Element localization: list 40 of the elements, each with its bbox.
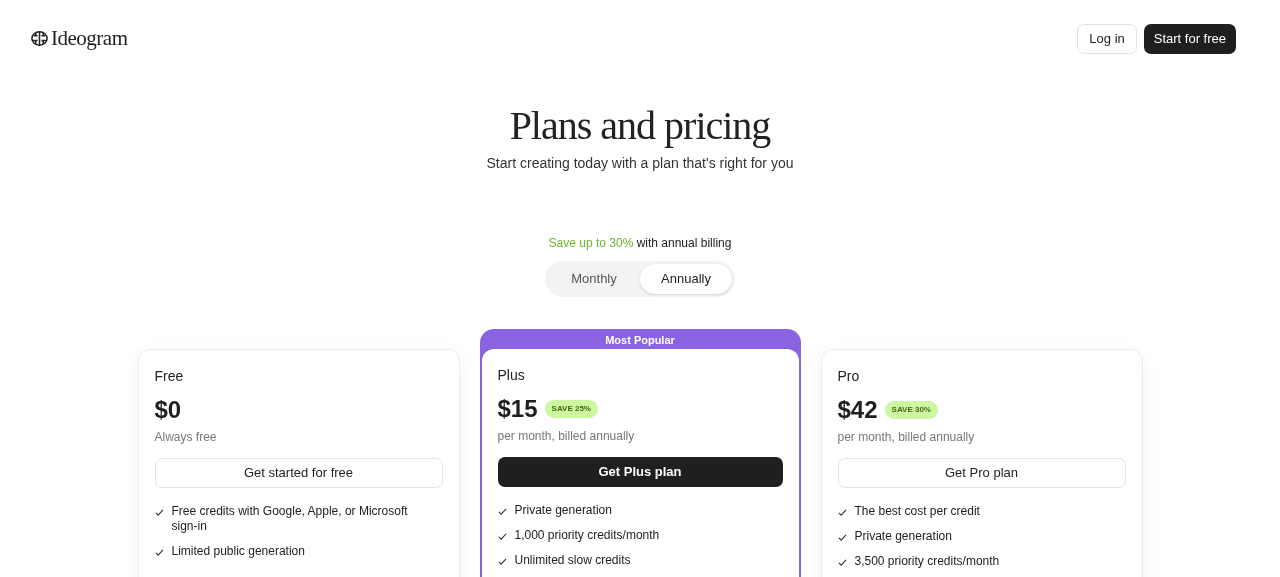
savings-note: Save up to 30% with annual billing [548,235,732,252]
savings-badge: SAVE 30% [884,401,938,419]
billing-tab[interactable]: Annually [640,264,732,294]
check-icon [497,507,507,516]
plan-name: Plus [497,366,526,384]
check-icon [154,548,164,557]
feature-text: 3,500 priority credits/month [854,554,1001,569]
check-icon [154,508,164,517]
check-icon [497,557,507,566]
feature-text: Private generation [514,503,613,518]
plan-button[interactable]: Get started for free [154,458,443,488]
price-period: Always free [154,429,218,446]
savings-badge: SAVE 25% [544,400,598,418]
logo-text: Ideogram [51,24,128,52]
plan-price: $42 [837,395,878,425]
subtitle: Start creating today with a plan that's right for you [486,154,794,173]
plan-name: Pro [837,367,861,385]
signup-button[interactable]: Start for free [1143,23,1236,54]
plan-price: $15 [497,394,538,424]
login-button[interactable]: Log in [1077,23,1137,54]
plan-name: Free [154,367,185,385]
feature-text: Limited public generation [171,544,306,559]
feature-text: Unlimited slow credits [514,553,632,568]
billing-tab[interactable]: Monthly [548,264,640,294]
brain-icon [30,29,49,48]
check-icon [497,532,507,541]
feature-text: Free credits with Google, Apple, or Microsoft sign-in [171,504,409,534]
feature-text: The best cost per credit [854,504,981,519]
price-period: per month, billed annually [837,429,976,446]
plan-button[interactable]: Get Pro plan [837,458,1126,488]
check-icon [837,558,847,567]
feature-text: Private generation [854,529,953,544]
price-period: per month, billed annually [497,428,636,445]
page-title: Plans and pricing [509,102,771,150]
check-icon [837,508,847,517]
plan-price: $0 [154,395,182,425]
check-icon [837,533,847,542]
feature-text: 1,000 priority credits/month [514,528,661,543]
popular-label: Most Popular [604,333,676,348]
plan-button[interactable]: Get Plus plan [497,457,783,487]
